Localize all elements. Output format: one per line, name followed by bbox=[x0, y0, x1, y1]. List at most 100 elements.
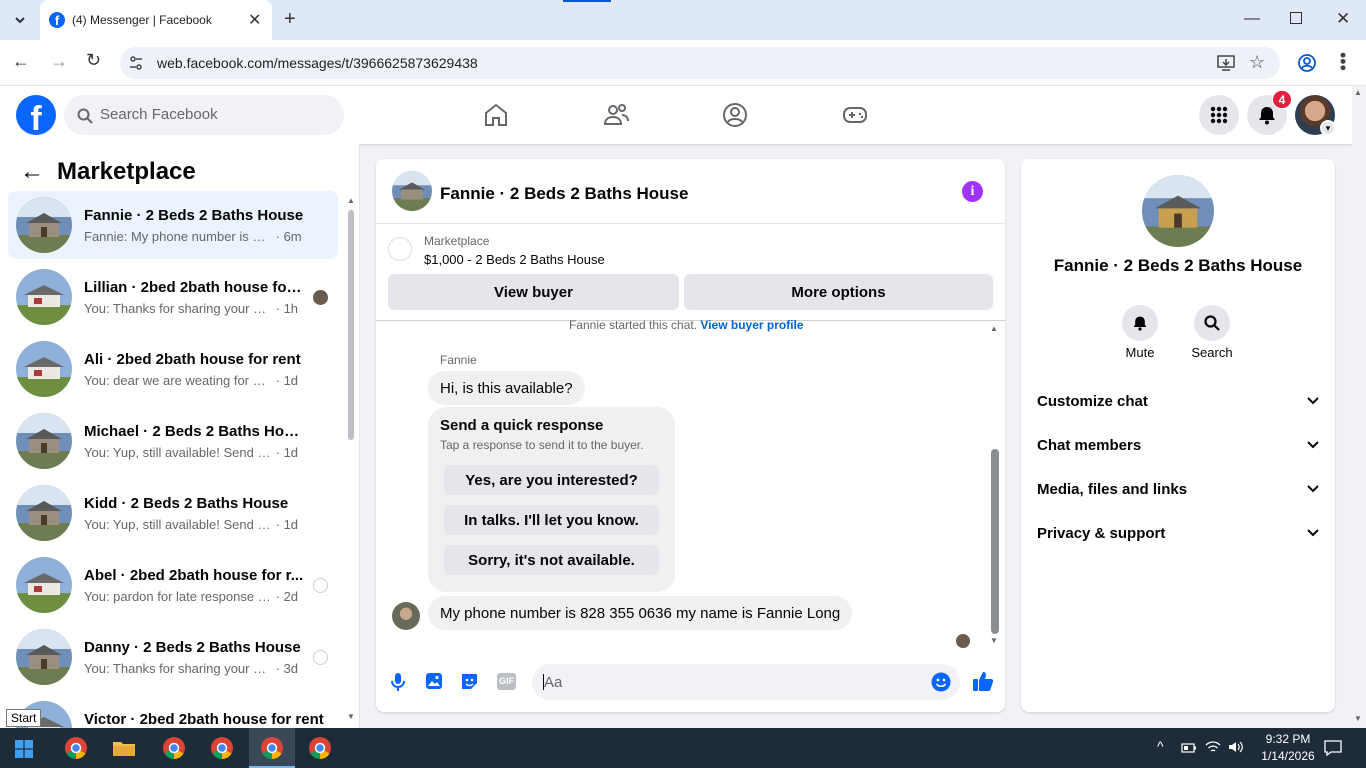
conversation-item[interactable]: Victor · 2bed 2bath house for rent bbox=[8, 695, 338, 728]
listing-thumbnail bbox=[16, 197, 72, 253]
photo-icon[interactable] bbox=[425, 672, 443, 690]
emoji-icon[interactable] bbox=[931, 672, 951, 692]
home-icon[interactable] bbox=[483, 103, 509, 127]
message-input[interactable]: Aa bbox=[532, 664, 960, 700]
account-chevron-icon[interactable]: ▾ bbox=[1320, 120, 1336, 136]
notification-center-icon[interactable] bbox=[1324, 740, 1342, 756]
conversation-item[interactable]: Danny · 2 Beds 2 Baths House You: Thanks… bbox=[8, 623, 338, 691]
search-in-chat-button[interactable] bbox=[1194, 305, 1230, 341]
site-info-icon[interactable] bbox=[128, 55, 144, 71]
chat-title[interactable]: Fannie · 2 Beds 2 Baths House bbox=[440, 184, 688, 204]
conversation-name: Kidd · 2 Beds 2 Baths House bbox=[84, 495, 289, 512]
quick-response-button[interactable]: In talks. I'll let you know. bbox=[444, 505, 659, 535]
view-buyer-profile-link[interactable]: View buyer profile bbox=[700, 318, 803, 332]
volume-icon[interactable] bbox=[1228, 740, 1244, 754]
back-arrow-icon[interactable]: ← bbox=[20, 158, 44, 186]
quick-response-card: Send a quick response Tap a response to … bbox=[428, 407, 675, 592]
browser-menu-icon[interactable]: ••• bbox=[1333, 52, 1353, 71]
chat-members-section[interactable]: Chat members bbox=[1037, 427, 1319, 463]
minimize-button[interactable]: — bbox=[1244, 10, 1260, 28]
conversation-item[interactable]: Kidd · 2 Beds 2 Baths House You: Yup, st… bbox=[8, 479, 338, 547]
new-tab-button[interactable]: + bbox=[284, 8, 296, 31]
conversation-item[interactable]: Fannie · 2 Beds 2 Baths House Fannie: My… bbox=[8, 191, 338, 259]
conversation-name: Michael · 2 Beds 2 Baths House bbox=[84, 423, 304, 440]
scroll-up-arrow[interactable]: ▲ bbox=[347, 196, 355, 205]
conversation-item[interactable]: Michael · 2 Beds 2 Baths House You: Yup,… bbox=[8, 407, 338, 475]
view-buyer-button[interactable]: View buyer bbox=[388, 274, 679, 310]
file-explorer-icon[interactable] bbox=[110, 734, 138, 762]
conversation-item[interactable]: Lillian · 2bed 2bath house for ... You: … bbox=[8, 263, 338, 331]
close-window-button[interactable]: ✕ bbox=[1336, 9, 1350, 29]
back-button[interactable]: ← bbox=[12, 51, 30, 72]
privacy-support-section[interactable]: Privacy & support bbox=[1037, 515, 1319, 551]
listing-radio[interactable] bbox=[388, 237, 412, 261]
sticker-icon[interactable] bbox=[460, 672, 479, 691]
chrome-icon[interactable] bbox=[258, 734, 286, 762]
clock-date[interactable]: 1/14/2026 bbox=[1256, 749, 1320, 763]
conversation-item[interactable]: Ali · 2bed 2bath house for rent You: dea… bbox=[8, 335, 338, 403]
sender-name: Fannie bbox=[440, 353, 477, 367]
quick-response-subtitle: Tap a response to send it to the buyer. bbox=[440, 438, 644, 452]
conversation-name: Abel · 2bed 2bath house for r... bbox=[84, 567, 304, 584]
more-options-button[interactable]: More options bbox=[684, 274, 993, 310]
mute-button[interactable] bbox=[1122, 305, 1158, 341]
profile-icon[interactable] bbox=[1298, 54, 1316, 72]
message-bubble[interactable]: My phone number is 828 355 0636 my name … bbox=[428, 596, 853, 630]
scroll-down-arrow[interactable]: ▼ bbox=[1354, 714, 1362, 723]
notification-badge: 4 bbox=[1272, 90, 1292, 109]
search-input[interactable]: Search Facebook bbox=[64, 95, 344, 135]
sidebar-scrollbar[interactable]: ▲ ▼ bbox=[345, 196, 357, 726]
scroll-thumb[interactable] bbox=[348, 210, 354, 440]
quick-response-button[interactable]: Yes, are you interested? bbox=[444, 465, 659, 495]
browser-tab[interactable]: f (4) Messenger | Facebook ✕ bbox=[40, 0, 272, 40]
restore-button[interactable] bbox=[1290, 12, 1302, 24]
menu-button[interactable] bbox=[1199, 95, 1239, 135]
listing-thumbnail bbox=[16, 485, 72, 541]
scroll-up-arrow[interactable]: ▲ bbox=[1354, 88, 1362, 97]
sidebar-title: Marketplace bbox=[57, 158, 196, 185]
facebook-logo-icon[interactable]: f bbox=[16, 95, 56, 135]
clock-time[interactable]: 9:32 PM bbox=[1256, 732, 1320, 746]
bookmark-star-icon[interactable]: ☆ bbox=[1249, 52, 1265, 73]
wifi-icon[interactable] bbox=[1205, 740, 1221, 754]
groups-icon[interactable] bbox=[722, 102, 748, 128]
listing-title[interactable]: $1,000 - 2 Beds 2 Baths House bbox=[424, 252, 605, 267]
forward-button[interactable]: → bbox=[50, 51, 68, 72]
gif-icon[interactable]: GIF bbox=[497, 673, 516, 690]
messages-scrollbar[interactable]: ▲ ▼ bbox=[988, 324, 1002, 650]
preview-text: You: dear we are weating for your r... bbox=[84, 373, 272, 388]
like-thumb-icon[interactable] bbox=[972, 670, 994, 692]
tab-search-button[interactable] bbox=[8, 8, 32, 32]
chrome-icon[interactable] bbox=[160, 734, 188, 762]
header-divider bbox=[376, 223, 1005, 224]
windows-start-icon[interactable] bbox=[15, 740, 33, 758]
battery-icon[interactable] bbox=[1181, 742, 1197, 754]
tray-expand-icon[interactable]: ^ bbox=[1157, 738, 1164, 754]
chevron-down-icon bbox=[1307, 485, 1319, 493]
friends-icon[interactable] bbox=[603, 103, 629, 127]
chrome-icon[interactable] bbox=[208, 734, 236, 762]
info-icon[interactable]: i bbox=[962, 181, 983, 202]
message-bubble[interactable]: Hi, is this available? bbox=[428, 371, 585, 405]
address-bar[interactable]: web.facebook.com/messages/t/396662587362… bbox=[120, 47, 1280, 79]
install-app-icon[interactable] bbox=[1217, 55, 1235, 71]
tab-close-icon[interactable]: ✕ bbox=[248, 10, 261, 30]
media-files-links-section[interactable]: Media, files and links bbox=[1037, 471, 1319, 507]
chevron-down-icon bbox=[1307, 397, 1319, 405]
scroll-up-arrow[interactable]: ▲ bbox=[990, 324, 998, 333]
preview-text: You: Yup, still available! Send over y..… bbox=[84, 445, 272, 460]
scroll-thumb[interactable] bbox=[991, 449, 999, 634]
scroll-down-arrow[interactable]: ▼ bbox=[990, 636, 998, 645]
chrome-icon[interactable] bbox=[62, 734, 90, 762]
section-label: Chat members bbox=[1037, 436, 1142, 454]
gaming-icon[interactable] bbox=[842, 105, 868, 125]
conversation-preview: You: pardon for late response ar... · 2d bbox=[84, 589, 299, 604]
page-scrollbar[interactable]: ▲ ▼ bbox=[1352, 86, 1366, 728]
conversation-item[interactable]: Abel · 2bed 2bath house for r... You: pa… bbox=[8, 551, 338, 619]
customize-chat-section[interactable]: Customize chat bbox=[1037, 383, 1319, 419]
quick-response-button[interactable]: Sorry, it's not available. bbox=[444, 545, 659, 575]
chrome-icon[interactable] bbox=[306, 734, 334, 762]
reload-button[interactable]: ↻ bbox=[86, 50, 101, 71]
microphone-icon[interactable] bbox=[390, 672, 406, 692]
scroll-down-arrow[interactable]: ▼ bbox=[347, 712, 355, 721]
